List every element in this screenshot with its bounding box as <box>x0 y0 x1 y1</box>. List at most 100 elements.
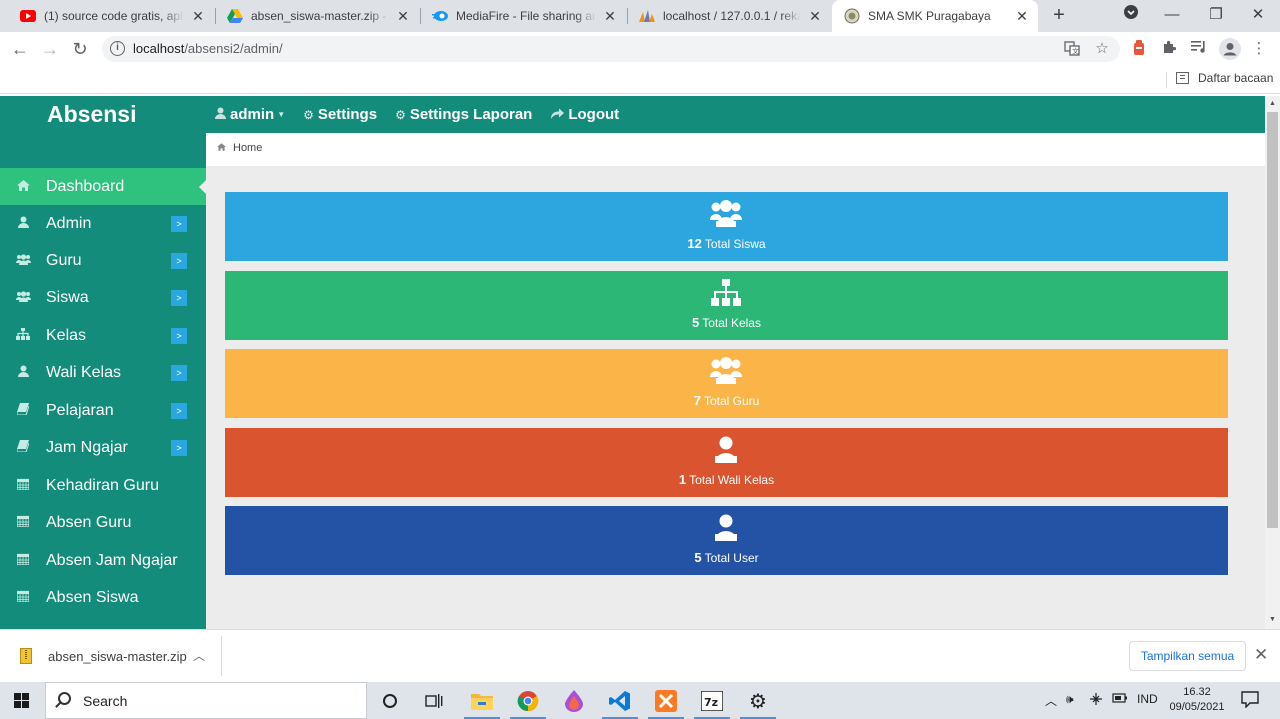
windows-start-icon[interactable] <box>14 693 30 709</box>
close-tab-icon[interactable]: ✕ <box>1014 8 1030 24</box>
xampp-icon[interactable] <box>648 687 684 719</box>
chevron-down-icon <box>1124 5 1138 19</box>
close-tab-icon[interactable]: ✕ <box>190 8 206 24</box>
paint-drop-icon[interactable] <box>560 687 588 715</box>
sidebar-item-absen-jam-ngajar[interactable]: Absen Jam Ngajar <box>0 542 206 579</box>
scroll-down-icon[interactable]: ▼ <box>1265 613 1280 627</box>
stat-panel-total-siswa[interactable]: 12 Total Siswa <box>225 192 1228 261</box>
chevron-right-icon[interactable]: > <box>171 402 187 419</box>
stat-panel-total-wali-kelas[interactable]: 1 Total Wali Kelas <box>225 428 1228 497</box>
browser-tab[interactable]: localhost / 127.0.0.1 / rekap_kehadiran … <box>627 0 831 32</box>
browser-tab[interactable]: absen_siswa-master.zip - Google Drive ✕ <box>215 0 419 32</box>
forward-button[interactable]: → <box>39 38 61 60</box>
sidebar-item-wali-kelas[interactable]: Wali Kelas > <box>0 354 206 391</box>
7zip-icon[interactable]: 7z <box>694 687 730 719</box>
scrollbar-thumb[interactable] <box>1267 112 1278 528</box>
scroll-up-icon[interactable]: ▲ <box>1265 97 1280 111</box>
sidebar-item-absen-guru[interactable]: Absen Guru <box>0 504 206 541</box>
reading-list-button[interactable]: Daftar bacaan <box>1176 71 1273 85</box>
address-bar[interactable]: i localhost/absensi2/admin/ <box>102 36 1120 62</box>
bookmark-star-icon[interactable]: ☆ <box>1093 40 1111 58</box>
new-tab-button[interactable]: + <box>1047 4 1071 28</box>
browser-tab[interactable]: MediaFire - File sharing and storage ✕ <box>420 0 626 32</box>
volume-icon[interactable]: 🕪 <box>1066 692 1074 707</box>
sidebar-item-guru[interactable]: Guru > <box>0 242 206 279</box>
logout-menu-item[interactable]: Logout <box>550 106 619 123</box>
user-menu[interactable]: admin ▼ <box>215 106 285 123</box>
settings-menu-item[interactable]: ⚙ Settings <box>303 106 377 123</box>
stat-label: Total Wali Kelas <box>689 473 775 487</box>
taskbar-search-box[interactable]: Search <box>45 682 367 719</box>
settings-laporan-menu-item[interactable]: ⚙ Settings Laporan <box>395 106 532 123</box>
taskbar-clock[interactable]: 16.32 09/05/2021 <box>1168 685 1226 715</box>
stat-count: 1 <box>678 472 687 487</box>
sidebar-item-pelajaran[interactable]: Pelajaran > <box>0 392 206 429</box>
reload-button[interactable]: ↻ <box>69 38 91 60</box>
tab-search-button[interactable] <box>1109 0 1153 32</box>
maximize-button[interactable]: ❐ <box>1194 0 1238 32</box>
chevron-right-icon[interactable]: > <box>171 289 187 306</box>
group-icon <box>710 200 742 228</box>
stat-count: 5 <box>692 315 700 330</box>
sidebar-item-kehadiran-guru[interactable]: Kehadiran Guru <box>0 467 206 504</box>
file-explorer-icon[interactable] <box>464 687 500 719</box>
book-icon <box>0 403 46 418</box>
minimize-button[interactable]: — <box>1150 0 1194 32</box>
close-tab-icon[interactable]: ✕ <box>395 8 411 24</box>
chevron-right-icon[interactable]: > <box>171 439 187 456</box>
sidebar-item-label: Absen Siswa <box>46 588 139 606</box>
sidebar-item-kelas[interactable]: Kelas > <box>0 317 206 354</box>
app-brand[interactable]: Absensi <box>47 101 136 128</box>
windows-taskbar: Search 7z ⚙ ︿ 🕪 IND 16.32 09/05/2021 <box>0 682 1280 719</box>
vscode-icon[interactable] <box>602 687 638 719</box>
notification-center-icon[interactable] <box>1241 691 1259 711</box>
extension-icon[interactable] <box>1130 40 1148 58</box>
breadcrumb: Home <box>206 133 1265 166</box>
breadcrumb-home-link[interactable]: Home <box>233 142 262 154</box>
page-scrollbar[interactable]: ▲ ▼ <box>1265 96 1280 629</box>
chrome-menu-icon[interactable]: ⋮ <box>1250 40 1268 58</box>
info-icon[interactable]: i <box>110 41 125 56</box>
svg-text:文: 文 <box>1072 47 1079 56</box>
stat-panel-total-kelas[interactable]: 5 Total Kelas <box>225 271 1228 340</box>
stat-panel-total-guru[interactable]: 7 Total Guru <box>225 349 1228 418</box>
cortana-icon[interactable] <box>376 687 404 715</box>
sidebar-item-dashboard[interactable]: Dashboard <box>0 168 206 205</box>
chevron-right-icon[interactable]: > <box>171 364 187 381</box>
task-view-icon[interactable] <box>420 687 448 715</box>
sidebar-item-admin[interactable]: Admin > <box>0 205 206 242</box>
sidebar-item-absen-siswa[interactable]: Absen Siswa <box>0 579 206 616</box>
close-tab-icon[interactable]: ✕ <box>602 8 618 24</box>
chevron-right-icon[interactable]: > <box>171 215 187 232</box>
chrome-icon[interactable] <box>510 687 546 719</box>
sidebar-item-siswa[interactable]: Siswa > <box>0 279 206 316</box>
translate-icon[interactable]: 文 <box>1063 40 1081 58</box>
chevron-right-icon[interactable]: > <box>171 252 187 269</box>
close-tab-icon[interactable]: ✕ <box>807 8 823 24</box>
stat-count: 5 <box>694 550 702 565</box>
calendar-icon <box>0 590 46 605</box>
back-button[interactable]: ← <box>9 38 31 60</box>
school-logo-icon <box>844 8 860 24</box>
browser-tab[interactable]: (1) source code gratis, aplikasi ✕ <box>8 0 214 32</box>
caret-down-icon: ▼ <box>277 110 286 119</box>
profile-avatar[interactable] <box>1219 38 1241 60</box>
top-navbar: Absensi admin ▼ ⚙ Settings ⚙ Settings La… <box>0 96 1265 133</box>
network-icon[interactable] <box>1089 692 1103 709</box>
puzzle-extensions-icon[interactable] <box>1160 40 1178 58</box>
sidebar-item-jam-ngajar[interactable]: Jam Ngajar > <box>0 429 206 466</box>
media-control-icon[interactable] <box>1190 40 1208 58</box>
language-indicator[interactable]: IND <box>1137 692 1158 706</box>
chevron-right-icon[interactable]: > <box>171 327 187 344</box>
close-icon[interactable]: ✕ <box>1254 645 1268 665</box>
battery-icon[interactable] <box>1112 692 1128 707</box>
settings-gear-icon[interactable]: ⚙ <box>740 687 776 719</box>
chevron-up-icon[interactable]: ︿ <box>1045 692 1057 709</box>
close-window-button[interactable]: ✕ <box>1236 0 1280 32</box>
show-all-downloads-button[interactable]: Tampilkan semua <box>1129 641 1246 671</box>
chevron-up-icon[interactable]: ︿ <box>193 647 205 664</box>
sidebar-item-label: Kehadiran Guru <box>46 476 159 494</box>
stat-panel-total-user[interactable]: 5 Total User <box>225 506 1228 575</box>
download-filename[interactable]: absen_siswa-master.zip <box>48 649 187 664</box>
browser-tab-active[interactable]: SMA SMK Puragabaya ✕ <box>832 0 1038 32</box>
